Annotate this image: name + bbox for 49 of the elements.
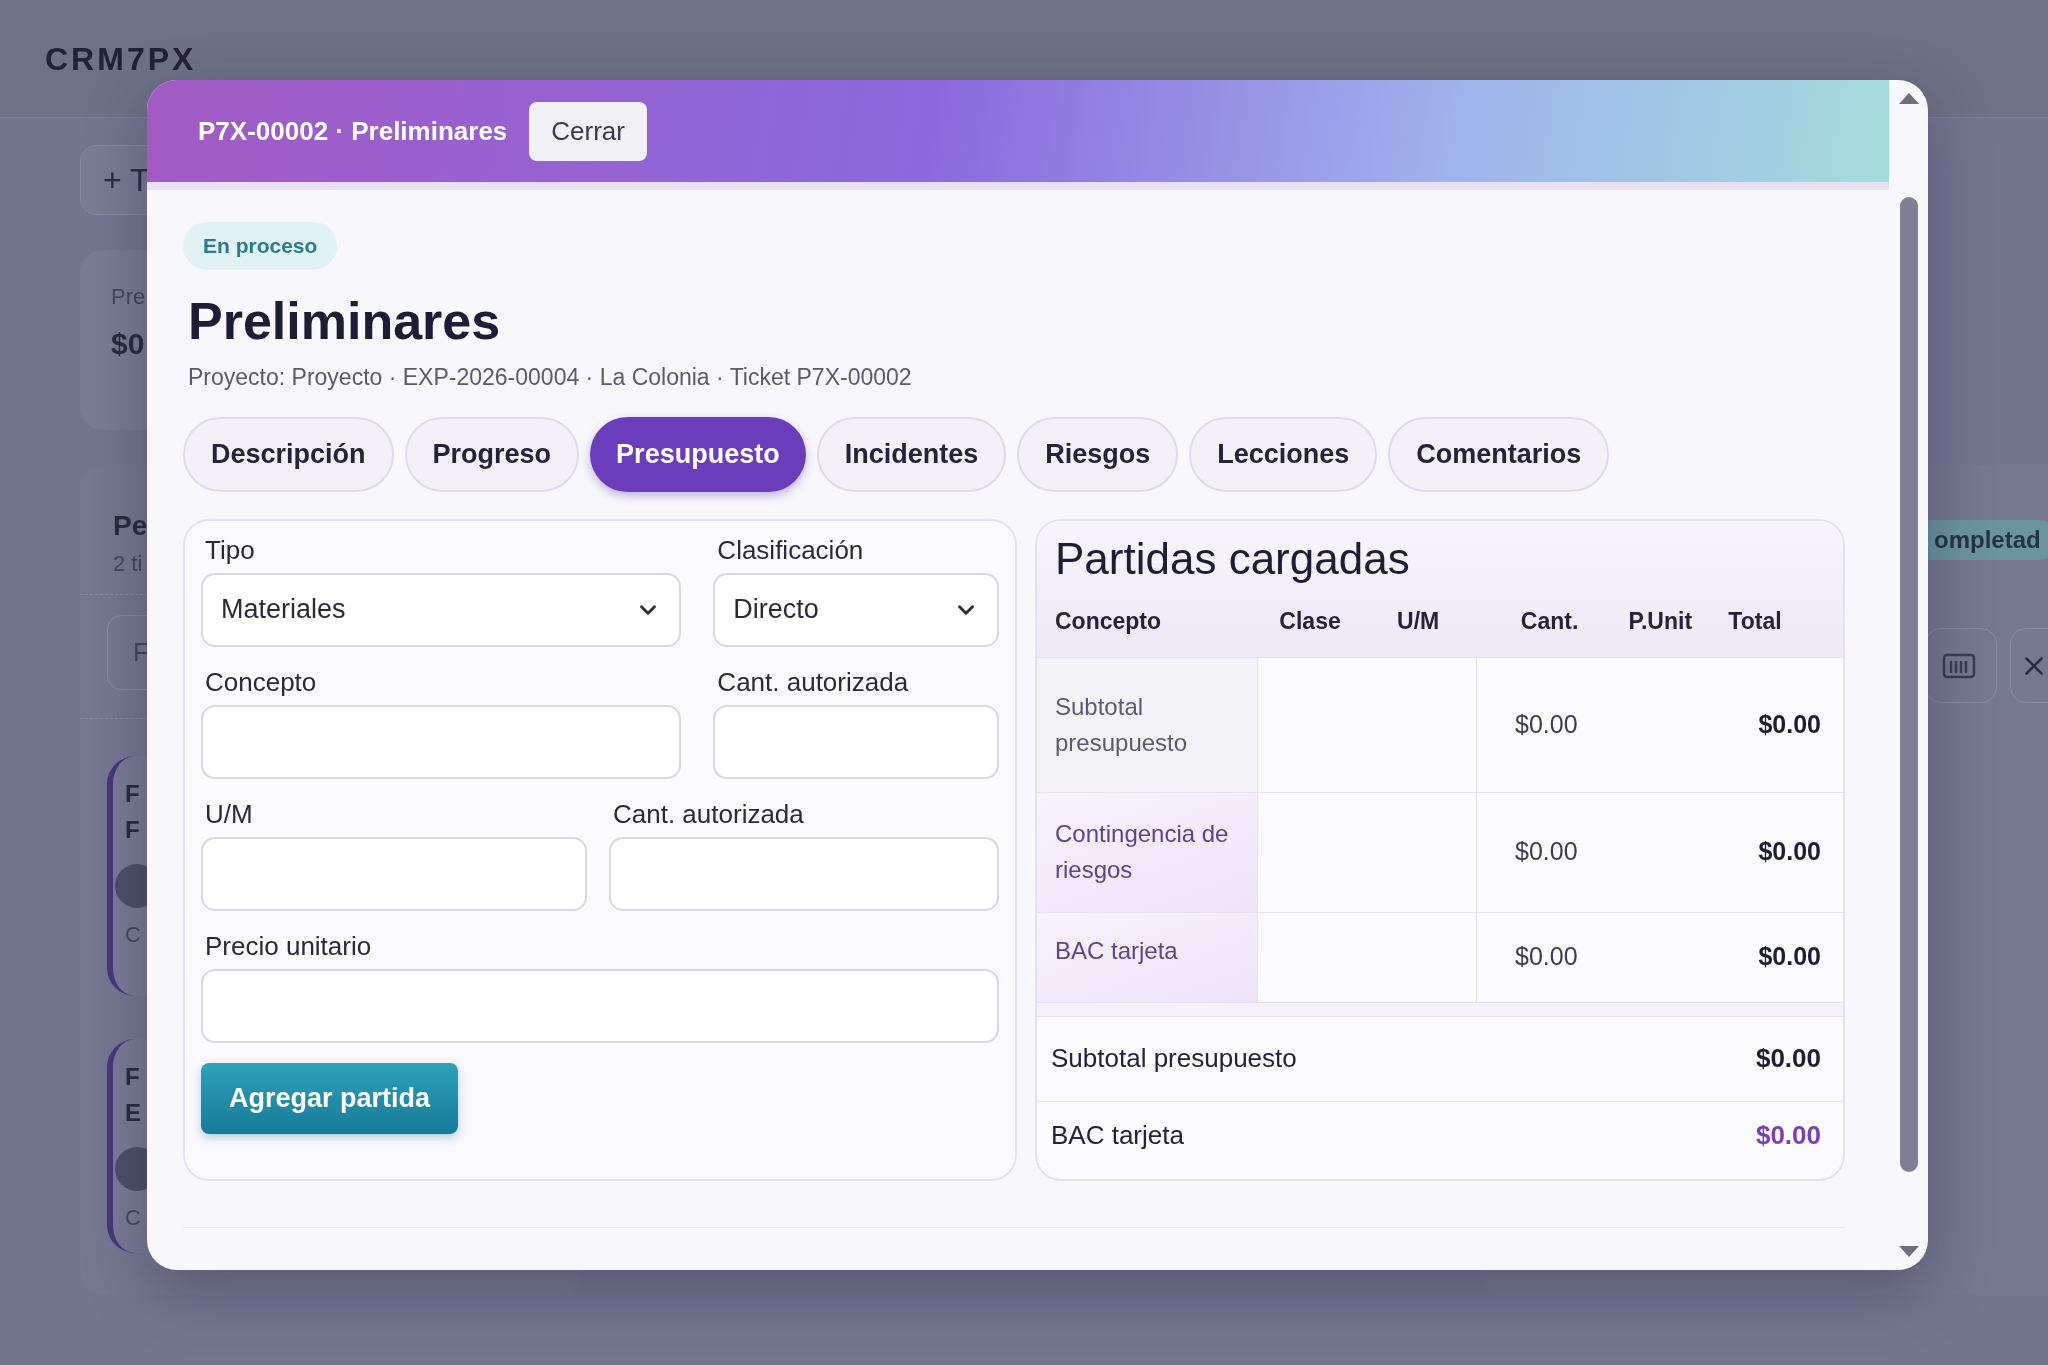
table-cell: BAC tarjeta bbox=[1037, 912, 1258, 1002]
card-text: F bbox=[125, 779, 140, 809]
status-badge: En proceso bbox=[183, 222, 338, 270]
tab[interactable]: Descripción bbox=[183, 416, 394, 492]
field-label: Cant. autorizada bbox=[612, 797, 805, 831]
select-field[interactable]: Materiales bbox=[201, 572, 682, 647]
summary-label: Subtotal presupuesto bbox=[1051, 1042, 1297, 1075]
table-title: Partidas cargadas bbox=[1054, 532, 1411, 585]
summary-value: $0.00 bbox=[1755, 1118, 1821, 1152]
column-header: Clase bbox=[1279, 607, 1341, 637]
tab[interactable]: Presupuesto bbox=[590, 416, 806, 492]
card-text: F bbox=[125, 815, 140, 845]
table-cell-text: $0.00 bbox=[1515, 941, 1578, 973]
panel-title: Pe bbox=[113, 509, 148, 543]
field-label: Cant. autorizada bbox=[716, 665, 910, 699]
table-cell-text: $0.00 bbox=[1758, 836, 1821, 868]
tab[interactable]: Lecciones bbox=[1189, 416, 1378, 492]
column-header: Total bbox=[1728, 607, 1782, 637]
tab[interactable]: Riesgos bbox=[1017, 416, 1179, 492]
table-cell-text: $0.00 bbox=[1758, 708, 1821, 740]
app-logo: CRM7PX bbox=[45, 39, 197, 79]
tab[interactable]: Progreso bbox=[404, 416, 580, 492]
field-label: U/M bbox=[204, 797, 254, 831]
modal-title: P7X-00002 · Preliminares bbox=[198, 114, 508, 148]
summary-label: BAC tarjeta bbox=[1051, 1118, 1184, 1152]
field-label: Concepto bbox=[204, 665, 318, 699]
column-header: P.Unit bbox=[1628, 607, 1693, 637]
page-subtitle: Proyecto: Proyecto · EXP-2026-00004 · La Colonia · Ticket P7X-00002 bbox=[187, 363, 913, 392]
tab[interactable]: Comentarios bbox=[1388, 416, 1610, 492]
add-item-button[interactable]: Agregar partida bbox=[201, 1062, 459, 1134]
select-field[interactable]: Directo bbox=[713, 572, 999, 647]
table-cell: Subtotal presupuesto bbox=[1037, 657, 1258, 792]
column-header: Cant. bbox=[1520, 607, 1579, 637]
page-heading: Preliminares bbox=[187, 291, 502, 352]
column-header: Concepto bbox=[1055, 607, 1162, 637]
field-label: Clasificación bbox=[716, 533, 865, 567]
tab[interactable]: Incidentes bbox=[816, 416, 1007, 492]
summary-value: $0.00 bbox=[1755, 1042, 1821, 1075]
table-cell-text: $0.00 bbox=[1758, 941, 1821, 973]
field-label: Tipo bbox=[204, 533, 256, 567]
card-text: E bbox=[125, 1098, 141, 1128]
table-cell-text: $0.00 bbox=[1515, 708, 1578, 740]
card-text: F bbox=[125, 1062, 140, 1092]
close-button[interactable]: Cerrar bbox=[529, 101, 647, 161]
table-cell: Contingencia de riesgos bbox=[1037, 792, 1258, 912]
table-cell-text: $0.00 bbox=[1515, 836, 1578, 868]
field-label: Precio unitario bbox=[204, 929, 373, 963]
column-header: U/M bbox=[1397, 607, 1440, 637]
card-value: $0 bbox=[111, 326, 146, 362]
